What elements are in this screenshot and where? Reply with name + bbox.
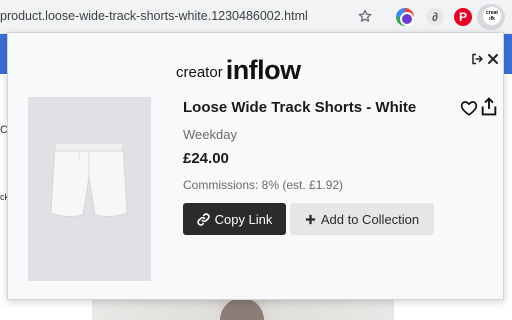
browser-toolbar: product.loose-wide-track-shorts-white.12… — [0, 0, 512, 34]
extension-icon-line-2: ıfk — [489, 16, 495, 22]
page-banner-right — [504, 34, 512, 74]
product-image[interactable] — [28, 97, 151, 281]
product-title: Loose Wide Track Shorts - White — [183, 99, 417, 116]
colorwheel-extension-icon[interactable] — [396, 8, 414, 26]
leaf-extension-icon[interactable]: ∂ — [426, 8, 444, 26]
logo-prefix: creator — [176, 64, 223, 81]
shorts-illustration — [50, 142, 128, 218]
bookmark-star-icon[interactable] — [358, 9, 372, 23]
add-to-collection-label: Add to Collection — [320, 211, 420, 227]
pinterest-extension-icon[interactable]: P — [454, 8, 472, 26]
add-to-collection-button[interactable]: Add to Collection — [290, 203, 434, 235]
plus-icon — [305, 214, 315, 224]
product-brand: Weekday — [183, 127, 237, 142]
close-icon[interactable] — [487, 53, 499, 65]
address-bar-url[interactable]: product.loose-wide-track-shorts-white.12… — [0, 9, 308, 23]
copy-link-button[interactable]: Copy Link — [183, 203, 286, 235]
creator-inflow-extension-icon[interactable]: creat ıfk — [483, 7, 501, 25]
copy-link-label: Copy Link — [214, 211, 273, 227]
heart-icon[interactable] — [460, 99, 478, 117]
link-icon — [196, 212, 210, 226]
commission-info: Commissions: 8% (est. £1.92) — [183, 178, 344, 192]
logo-name: inflow — [225, 55, 301, 85]
signout-icon[interactable] — [471, 53, 483, 65]
creator-inflow-popup: creator inflow Loose Wide Track Shorts - … — [7, 32, 504, 300]
creator-inflow-logo: creator inflow — [176, 55, 301, 86]
product-price: £24.00 — [183, 150, 229, 167]
share-icon[interactable] — [481, 97, 497, 116]
